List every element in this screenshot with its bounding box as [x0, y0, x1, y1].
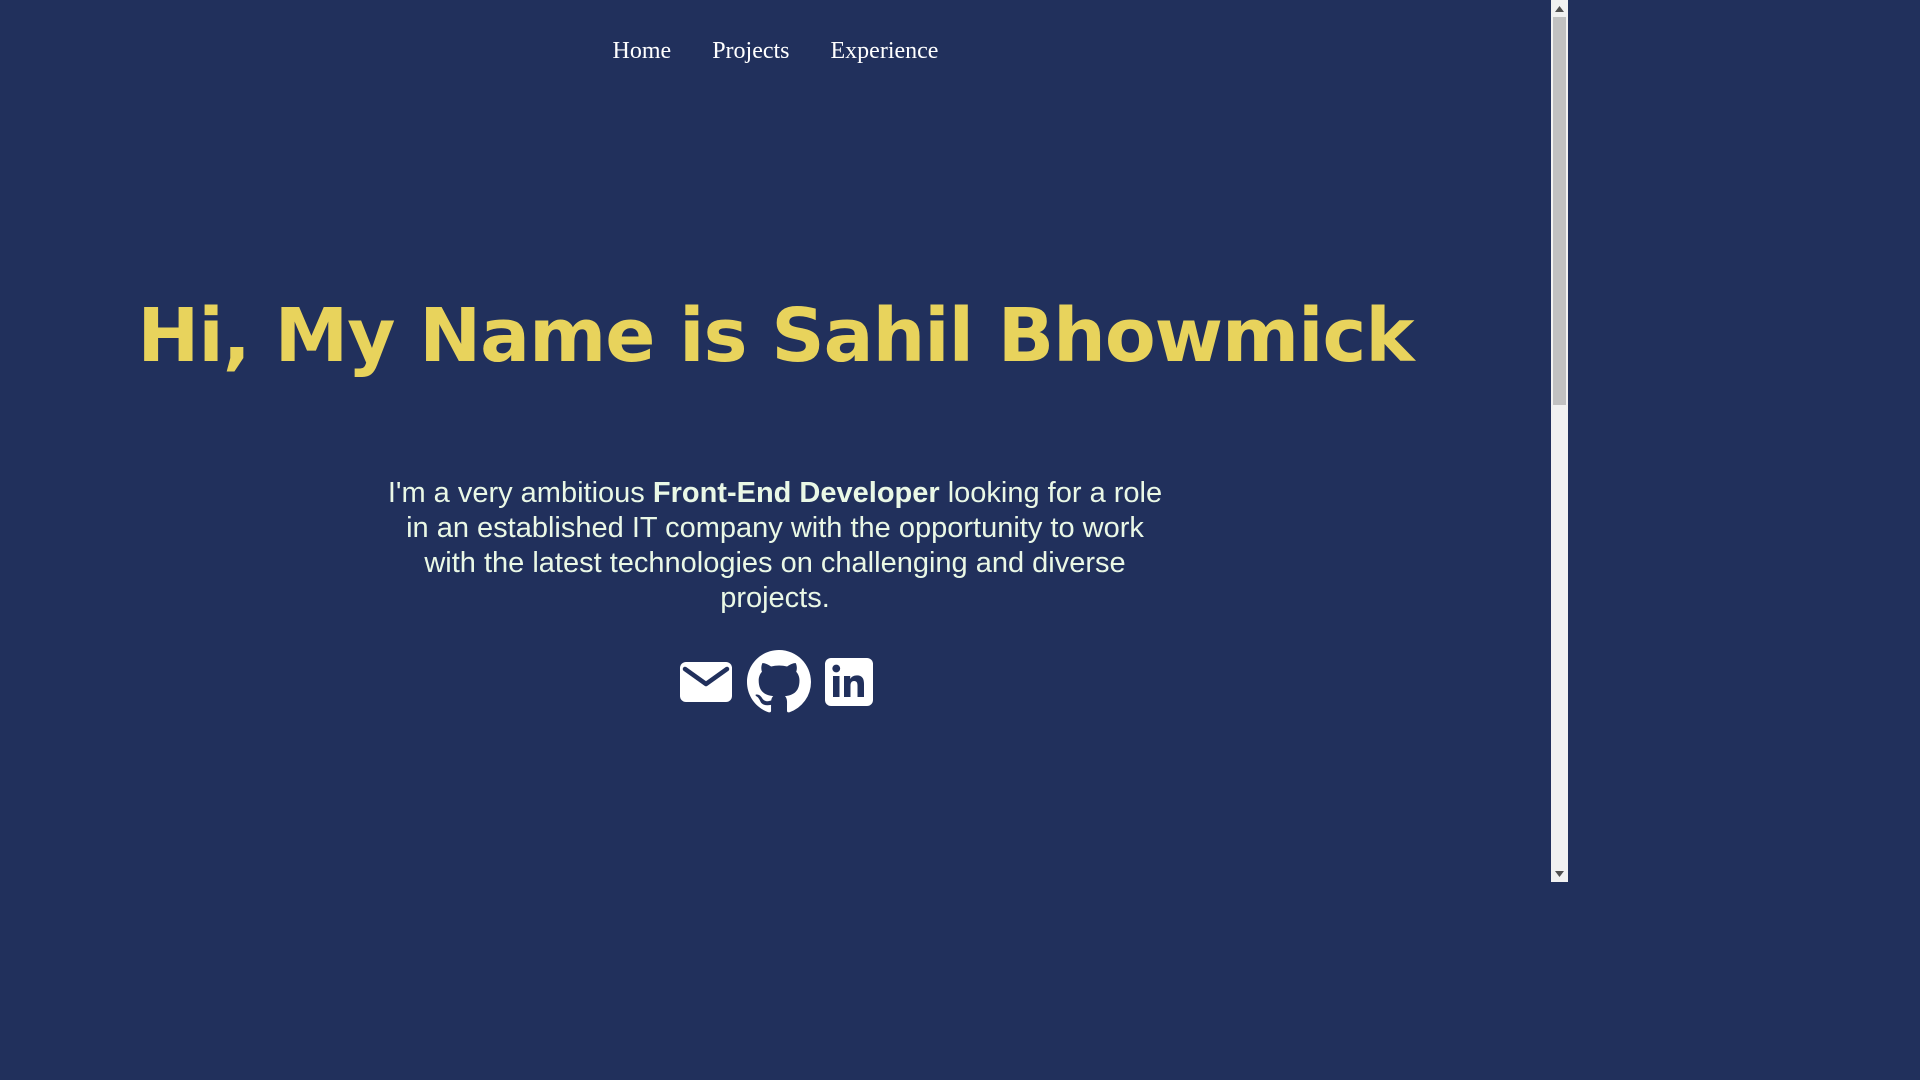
vertical-scrollbar[interactable]: [1551, 0, 1568, 882]
scroll-up-arrow-icon[interactable]: [1551, 0, 1568, 17]
github-icon: [746, 650, 811, 713]
intro-text-start: I'm a very ambitious: [387, 477, 653, 509]
scroll-down-arrow-icon[interactable]: [1551, 865, 1568, 882]
nav-home-link[interactable]: Home: [613, 34, 672, 68]
linkedin-link[interactable]: [824, 658, 873, 706]
nav-projects-link[interactable]: Projects: [712, 34, 789, 68]
github-link[interactable]: [746, 650, 811, 714]
email-link[interactable]: [679, 659, 733, 705]
intro-text: I'm a very ambitious Front-End Developer…: [385, 476, 1165, 616]
mail-icon: [679, 662, 732, 702]
linkedin-icon: [824, 658, 873, 706]
nav-experience-link[interactable]: Experience: [831, 34, 939, 68]
intro-role: Front-End Developer: [652, 477, 940, 509]
page: Home Projects Experience Hi, My Name is …: [0, 0, 1568, 882]
hero-title: Hi, My Name is Sahil Bhowmick: [137, 293, 1414, 379]
social-links: [0, 650, 1551, 714]
scrollbar-thumb[interactable]: [1553, 17, 1566, 405]
top-nav: Home Projects Experience: [0, 34, 1551, 68]
